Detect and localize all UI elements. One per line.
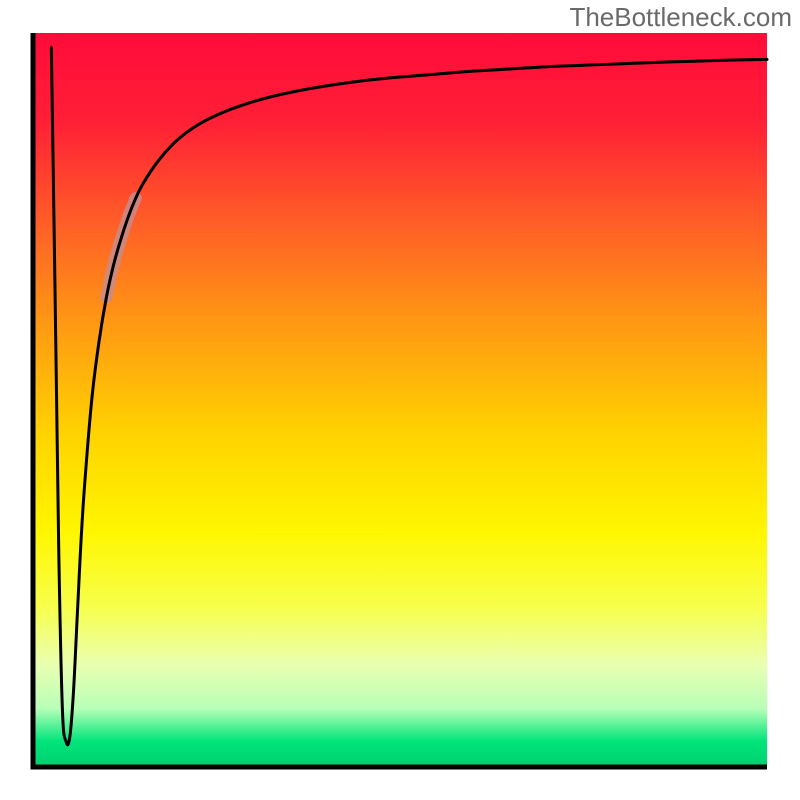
chart-container: TheBottleneck.com [0,0,800,800]
plot-background [33,33,767,767]
watermark-label: TheBottleneck.com [569,2,792,33]
bottleneck-curve-chart [0,0,800,800]
